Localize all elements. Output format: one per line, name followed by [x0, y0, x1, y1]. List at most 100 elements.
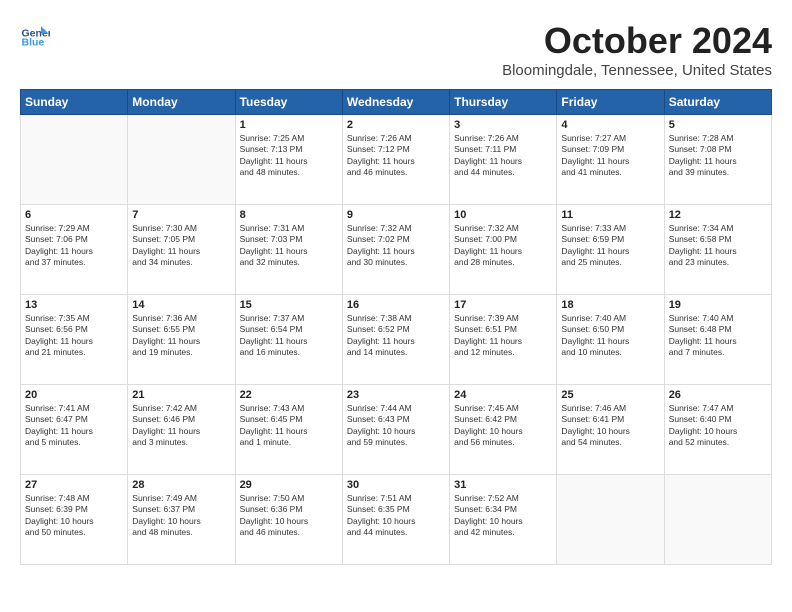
- day-number: 19: [669, 299, 767, 311]
- day-number: 3: [454, 119, 552, 131]
- weekday-header-friday: Friday: [557, 90, 664, 115]
- day-number: 21: [132, 389, 230, 401]
- day-number: 5: [669, 119, 767, 131]
- day-info: Sunrise: 7:49 AM Sunset: 6:37 PM Dayligh…: [132, 493, 230, 539]
- day-number: 26: [669, 389, 767, 401]
- day-info: Sunrise: 7:47 AM Sunset: 6:40 PM Dayligh…: [669, 403, 767, 449]
- calendar-cell: 9 Sunrise: 7:32 AM Sunset: 7:02 PM Daylig…: [342, 205, 449, 295]
- day-info: Sunrise: 7:40 AM Sunset: 6:48 PM Dayligh…: [669, 313, 767, 359]
- day-number: 30: [347, 479, 445, 491]
- svg-text:Blue: Blue: [22, 37, 45, 49]
- calendar-cell: 12Sunrise: 7:34 AM Sunset: 6:58 PM Dayli…: [664, 205, 771, 295]
- day-info: Sunrise: 7:41 AM Sunset: 6:47 PM Dayligh…: [25, 403, 123, 449]
- day-info: Sunrise: 7:31 AM Sunset: 7:03 PM Dayligh…: [240, 223, 338, 269]
- week-row-2: 6Sunrise: 7:29 AM Sunset: 7:06 PM Daylig…: [21, 205, 772, 295]
- calendar-cell: 25 Sunrise: 7:46 AM Sunset: 6:41 PM Dayli…: [557, 385, 664, 475]
- day-number: 7: [132, 209, 230, 221]
- day-info: Sunrise: 7:32 AM Sunset: 7:00 PM Dayligh…: [454, 223, 552, 269]
- calendar-cell: 8 Sunrise: 7:31 AM Sunset: 7:03 PM Daylig…: [235, 205, 342, 295]
- day-number: 10: [454, 209, 552, 221]
- day-number: 17: [454, 299, 552, 311]
- calendar-cell: 7 Sunrise: 7:30 AM Sunset: 7:05 PM Daylig…: [128, 205, 235, 295]
- weekday-header-tuesday: Tuesday: [235, 90, 342, 115]
- calendar-table: SundayMondayTuesdayWednesdayThursdayFrid…: [20, 89, 772, 565]
- day-number: 15: [240, 299, 338, 311]
- day-info: Sunrise: 7:42 AM Sunset: 6:46 PM Dayligh…: [132, 403, 230, 449]
- day-info: Sunrise: 7:43 AM Sunset: 6:45 PM Dayligh…: [240, 403, 338, 449]
- weekday-header-wednesday: Wednesday: [342, 90, 449, 115]
- location-title: Bloomingdale, Tennessee, United States: [502, 62, 772, 79]
- day-info: Sunrise: 7:33 AM Sunset: 6:59 PM Dayligh…: [561, 223, 659, 269]
- day-info: Sunrise: 7:34 AM Sunset: 6:58 PM Dayligh…: [669, 223, 767, 269]
- day-info: Sunrise: 7:28 AM Sunset: 7:08 PM Dayligh…: [669, 133, 767, 179]
- calendar-cell: [557, 475, 664, 565]
- day-info: Sunrise: 7:32 AM Sunset: 7:02 PM Dayligh…: [347, 223, 445, 269]
- calendar-cell: 11 Sunrise: 7:33 AM Sunset: 6:59 PM Dayli…: [557, 205, 664, 295]
- day-info: Sunrise: 7:36 AM Sunset: 6:55 PM Dayligh…: [132, 313, 230, 359]
- day-number: 25: [561, 389, 659, 401]
- day-info: Sunrise: 7:30 AM Sunset: 7:05 PM Dayligh…: [132, 223, 230, 269]
- calendar-cell: 15 Sunrise: 7:37 AM Sunset: 6:54 PM Dayli…: [235, 295, 342, 385]
- day-number: 1: [240, 119, 338, 131]
- calendar-cell: 26 Sunrise: 7:47 AM Sunset: 6:40 PM Dayli…: [664, 385, 771, 475]
- day-number: 23: [347, 389, 445, 401]
- day-info: Sunrise: 7:29 AM Sunset: 7:06 PM Dayligh…: [25, 223, 123, 269]
- day-number: 13: [25, 299, 123, 311]
- calendar-cell: 29 Sunrise: 7:50 AM Sunset: 6:36 PM Dayli…: [235, 475, 342, 565]
- month-title: October 2024: [502, 20, 772, 62]
- calendar-cell: 30 Sunrise: 7:51 AM Sunset: 6:35 PM Dayli…: [342, 475, 449, 565]
- day-number: 2: [347, 119, 445, 131]
- logo: General Blue: [20, 20, 50, 50]
- day-info: Sunrise: 7:44 AM Sunset: 6:43 PM Dayligh…: [347, 403, 445, 449]
- calendar-cell: 16Sunrise: 7:38 AM Sunset: 6:52 PM Dayli…: [342, 295, 449, 385]
- calendar-cell: 2 Sunrise: 7:26 AM Sunset: 7:12 PM Daylig…: [342, 115, 449, 205]
- calendar-cell: 22Sunrise: 7:43 AM Sunset: 6:45 PM Dayli…: [235, 385, 342, 475]
- calendar-cell: 18 Sunrise: 7:40 AM Sunset: 6:50 PM Dayli…: [557, 295, 664, 385]
- weekday-header-thursday: Thursday: [450, 90, 557, 115]
- week-row-4: 20 Sunrise: 7:41 AM Sunset: 6:47 PM Dayli…: [21, 385, 772, 475]
- logo-icon: General Blue: [20, 20, 50, 50]
- calendar-cell: 3 Sunrise: 7:26 AM Sunset: 7:11 PM Daylig…: [450, 115, 557, 205]
- day-info: Sunrise: 7:51 AM Sunset: 6:35 PM Dayligh…: [347, 493, 445, 539]
- day-info: Sunrise: 7:37 AM Sunset: 6:54 PM Dayligh…: [240, 313, 338, 359]
- day-info: Sunrise: 7:50 AM Sunset: 6:36 PM Dayligh…: [240, 493, 338, 539]
- calendar-cell: [128, 115, 235, 205]
- calendar-cell: 23 Sunrise: 7:44 AM Sunset: 6:43 PM Dayli…: [342, 385, 449, 475]
- day-info: Sunrise: 7:48 AM Sunset: 6:39 PM Dayligh…: [25, 493, 123, 539]
- calendar-cell: 6Sunrise: 7:29 AM Sunset: 7:06 PM Daylig…: [21, 205, 128, 295]
- day-info: Sunrise: 7:40 AM Sunset: 6:50 PM Dayligh…: [561, 313, 659, 359]
- day-number: 11: [561, 209, 659, 221]
- weekday-header-sunday: Sunday: [21, 90, 128, 115]
- calendar-cell: 4 Sunrise: 7:27 AM Sunset: 7:09 PM Daylig…: [557, 115, 664, 205]
- day-number: 31: [454, 479, 552, 491]
- calendar-cell: [21, 115, 128, 205]
- day-info: Sunrise: 7:27 AM Sunset: 7:09 PM Dayligh…: [561, 133, 659, 179]
- day-number: 8: [240, 209, 338, 221]
- calendar-cell: 5 Sunrise: 7:28 AM Sunset: 7:08 PM Daylig…: [664, 115, 771, 205]
- day-number: 27: [25, 479, 123, 491]
- calendar-cell: 1Sunrise: 7:25 AM Sunset: 7:13 PM Daylig…: [235, 115, 342, 205]
- day-info: Sunrise: 7:39 AM Sunset: 6:51 PM Dayligh…: [454, 313, 552, 359]
- day-number: 16: [347, 299, 445, 311]
- calendar-cell: 10 Sunrise: 7:32 AM Sunset: 7:00 PM Dayli…: [450, 205, 557, 295]
- calendar-cell: 13Sunrise: 7:35 AM Sunset: 6:56 PM Dayli…: [21, 295, 128, 385]
- day-number: 9: [347, 209, 445, 221]
- day-number: 20: [25, 389, 123, 401]
- weekday-header-row: SundayMondayTuesdayWednesdayThursdayFrid…: [21, 90, 772, 115]
- week-row-5: 27 Sunrise: 7:48 AM Sunset: 6:39 PM Dayli…: [21, 475, 772, 565]
- day-info: Sunrise: 7:52 AM Sunset: 6:34 PM Dayligh…: [454, 493, 552, 539]
- day-number: 18: [561, 299, 659, 311]
- calendar-cell: 14Sunrise: 7:36 AM Sunset: 6:55 PM Dayli…: [128, 295, 235, 385]
- calendar-cell: 31 Sunrise: 7:52 AM Sunset: 6:34 PM Dayli…: [450, 475, 557, 565]
- day-number: 24: [454, 389, 552, 401]
- week-row-3: 13Sunrise: 7:35 AM Sunset: 6:56 PM Dayli…: [21, 295, 772, 385]
- day-info: Sunrise: 7:46 AM Sunset: 6:41 PM Dayligh…: [561, 403, 659, 449]
- calendar-cell: 17 Sunrise: 7:39 AM Sunset: 6:51 PM Dayli…: [450, 295, 557, 385]
- title-area: October 2024 Bloomingdale, Tennessee, Un…: [502, 20, 772, 79]
- day-info: Sunrise: 7:26 AM Sunset: 7:12 PM Dayligh…: [347, 133, 445, 179]
- day-info: Sunrise: 7:26 AM Sunset: 7:11 PM Dayligh…: [454, 133, 552, 179]
- calendar-cell: 27 Sunrise: 7:48 AM Sunset: 6:39 PM Dayli…: [21, 475, 128, 565]
- calendar-cell: 24Sunrise: 7:45 AM Sunset: 6:42 PM Dayli…: [450, 385, 557, 475]
- day-number: 29: [240, 479, 338, 491]
- day-number: 4: [561, 119, 659, 131]
